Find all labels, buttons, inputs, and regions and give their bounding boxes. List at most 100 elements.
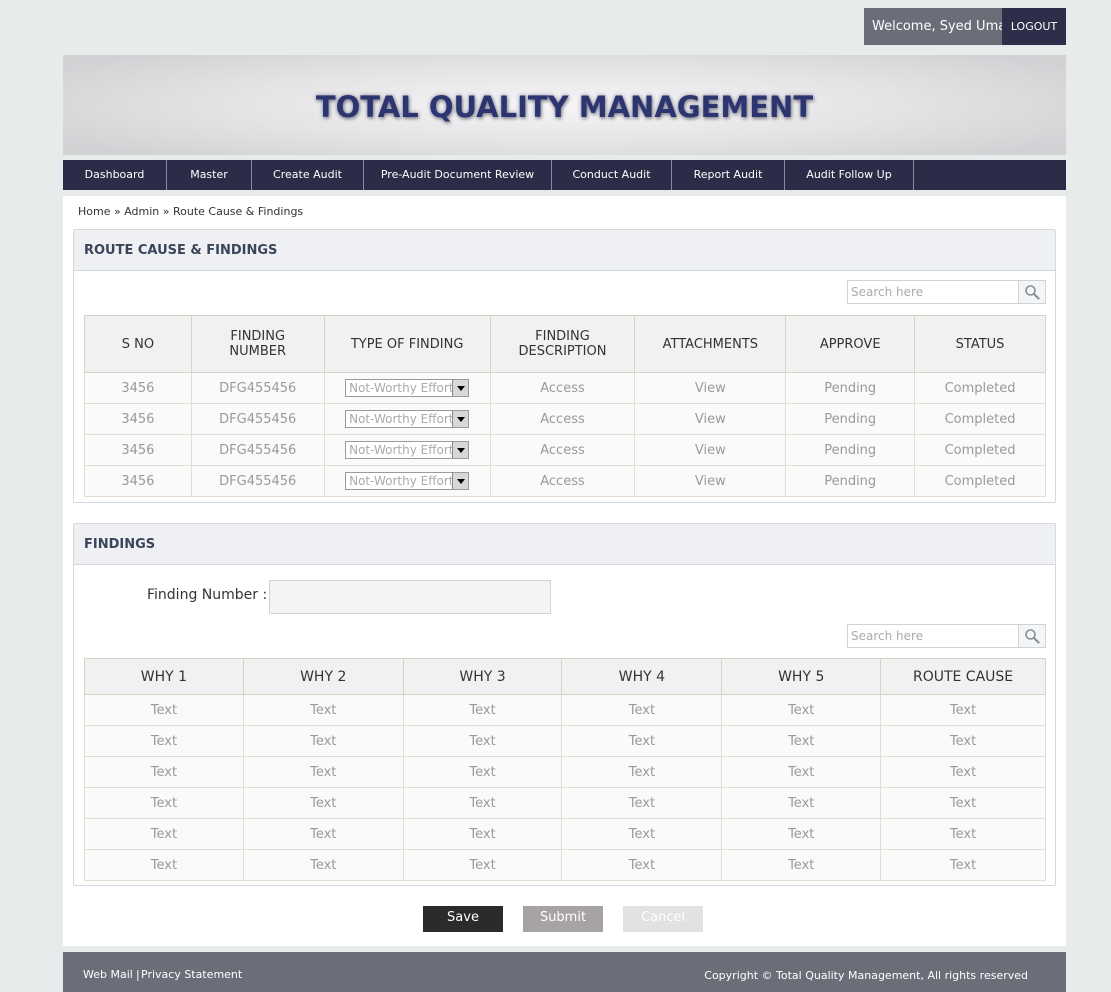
column-header: FINDING NUMBER: [190, 315, 325, 373]
why-2-cell: Text: [242, 818, 404, 850]
why-3-cell: Text: [402, 849, 563, 881]
table-row: Text Text Text Text Text Text: [84, 818, 1046, 850]
nav-item-report-audit[interactable]: Report Audit: [672, 160, 785, 190]
finding-number-label: Finding Number :: [147, 587, 268, 603]
description-cell: Access: [489, 403, 636, 435]
column-header: WHY 2: [242, 658, 404, 695]
attachments-link[interactable]: View: [634, 403, 787, 435]
breadcrumb: Home » Admin » Route Cause & Findings: [78, 205, 304, 218]
column-header: FINDING DESCRIPTION: [489, 315, 636, 373]
sno-cell: 3456: [84, 403, 192, 435]
finding-number-field[interactable]: [269, 580, 551, 614]
search-icon: [1025, 285, 1040, 300]
approve-cell: Pending: [785, 403, 916, 435]
route-cause-cell: Text: [880, 849, 1046, 881]
nav-item-audit-follow-up[interactable]: Audit Follow Up: [785, 160, 914, 190]
chevron-down-icon: [452, 473, 469, 489]
type-of-finding-select[interactable]: Not-Worthy Effort: [345, 441, 470, 459]
search-input[interactable]: [848, 281, 1018, 303]
nav-item-create-audit[interactable]: Create Audit: [252, 160, 364, 190]
sno-cell: 3456: [84, 434, 192, 466]
nav-item-dashboard[interactable]: Dashboard: [63, 160, 167, 190]
column-header: WHY 3: [402, 658, 563, 695]
why-3-cell: Text: [402, 756, 563, 788]
why-1-cell: Text: [84, 756, 244, 788]
logout-button[interactable]: LOGOUT: [1002, 8, 1066, 45]
header-line-1: FINDING: [230, 329, 286, 344]
copyright-text: Copyright © Total Quality Management, Al…: [704, 969, 1028, 982]
why-2-cell: Text: [242, 849, 404, 881]
type-of-finding-select[interactable]: Not-Worthy Effort: [345, 472, 470, 490]
search-button[interactable]: [1018, 281, 1045, 303]
why-table: WHY 1 WHY 2 WHY 3 WHY 4 WHY 5 ROUTE CAUS…: [84, 658, 1046, 881]
finding-number-cell: DFG455456: [190, 434, 325, 466]
type-cell: Not-Worthy Effort: [323, 434, 491, 466]
route-cause-cell: Text: [880, 725, 1046, 757]
table-row: Text Text Text Text Text Text: [84, 756, 1046, 788]
welcome-text: Welcome, Syed Umar: [864, 8, 1012, 45]
select-value: Not-Worthy Effort: [349, 412, 453, 426]
search-input[interactable]: [848, 625, 1018, 647]
why-1-cell: Text: [84, 787, 244, 819]
why-5-cell: Text: [721, 694, 882, 726]
why-2-cell: Text: [242, 756, 404, 788]
search-button[interactable]: [1018, 625, 1045, 647]
why-5-cell: Text: [721, 787, 882, 819]
table-row: Text Text Text Text Text Text: [84, 849, 1046, 881]
sno-cell: 3456: [84, 465, 192, 497]
select-value: Not-Worthy Effort: [349, 443, 453, 457]
findings-table: S NO FINDING NUMBER TYPE OF FINDING FINDI…: [84, 315, 1046, 497]
column-header: S NO: [84, 315, 192, 373]
table-header-row: WHY 1 WHY 2 WHY 3 WHY 4 WHY 5 ROUTE CAUS…: [84, 658, 1046, 695]
why-5-cell: Text: [721, 756, 882, 788]
table-header-row: S NO FINDING NUMBER TYPE OF FINDING FINDI…: [84, 315, 1046, 373]
description-cell: Access: [489, 372, 636, 404]
finding-number-cell: DFG455456: [190, 465, 325, 497]
save-button[interactable]: Save: [423, 906, 503, 932]
select-value: Not-Worthy Effort: [349, 474, 453, 488]
submit-button[interactable]: Submit: [523, 906, 603, 932]
approve-cell: Pending: [785, 434, 916, 466]
why-5-cell: Text: [721, 849, 882, 881]
attachments-link[interactable]: View: [634, 372, 787, 404]
column-header: APPROVE: [785, 315, 916, 373]
footer: Web Mail | Privacy Statement Copyright ©…: [63, 952, 1066, 992]
nav-item-pre-audit-document-review[interactable]: Pre-Audit Document Review: [364, 160, 552, 190]
main-content: Home » Admin » Route Cause & Findings RO…: [63, 196, 1066, 946]
why-5-cell: Text: [721, 818, 882, 850]
why-2-cell: Text: [242, 725, 404, 757]
header-line-2: DESCRIPTION: [518, 344, 607, 359]
select-value: Not-Worthy Effort: [349, 381, 453, 395]
privacy-link[interactable]: Privacy Statement: [141, 968, 242, 981]
attachments-link[interactable]: View: [634, 434, 787, 466]
why-3-cell: Text: [402, 725, 563, 757]
column-header: WHY 4: [561, 658, 723, 695]
why-4-cell: Text: [561, 694, 723, 726]
header-line-1: ATTACHMENTS: [662, 336, 759, 352]
sno-cell: 3456: [84, 372, 192, 404]
type-of-finding-select[interactable]: Not-Worthy Effort: [345, 379, 470, 397]
why-5-cell: Text: [721, 725, 882, 757]
description-cell: Access: [489, 465, 636, 497]
type-cell: Not-Worthy Effort: [323, 465, 491, 497]
table-row: Text Text Text Text Text Text: [84, 694, 1046, 726]
why-4-cell: Text: [561, 849, 723, 881]
route-cause-cell: Text: [880, 787, 1046, 819]
route-cause-cell: Text: [880, 756, 1046, 788]
nav-item-master[interactable]: Master: [167, 160, 252, 190]
webmail-link[interactable]: Web Mail: [83, 968, 133, 981]
cancel-button[interactable]: Cancel: [623, 906, 703, 932]
why-2-cell: Text: [242, 694, 404, 726]
route-cause-panel: ROUTE CAUSE & FINDINGS S NO FINDINGNUMBE…: [73, 229, 1056, 503]
header-line-2: NUMBER: [229, 344, 287, 359]
chevron-down-icon: [452, 380, 469, 396]
main-nav: Dashboard Master Create Audit Pre-Audit …: [63, 160, 1066, 190]
nav-item-conduct-audit[interactable]: Conduct Audit: [552, 160, 672, 190]
why-1-cell: Text: [84, 694, 244, 726]
approve-cell: Pending: [785, 465, 916, 497]
type-of-finding-select[interactable]: Not-Worthy Effort: [345, 410, 470, 428]
chevron-down-icon: [452, 442, 469, 458]
search-box: [847, 624, 1046, 648]
attachments-link[interactable]: View: [634, 465, 787, 497]
why-1-cell: Text: [84, 849, 244, 881]
